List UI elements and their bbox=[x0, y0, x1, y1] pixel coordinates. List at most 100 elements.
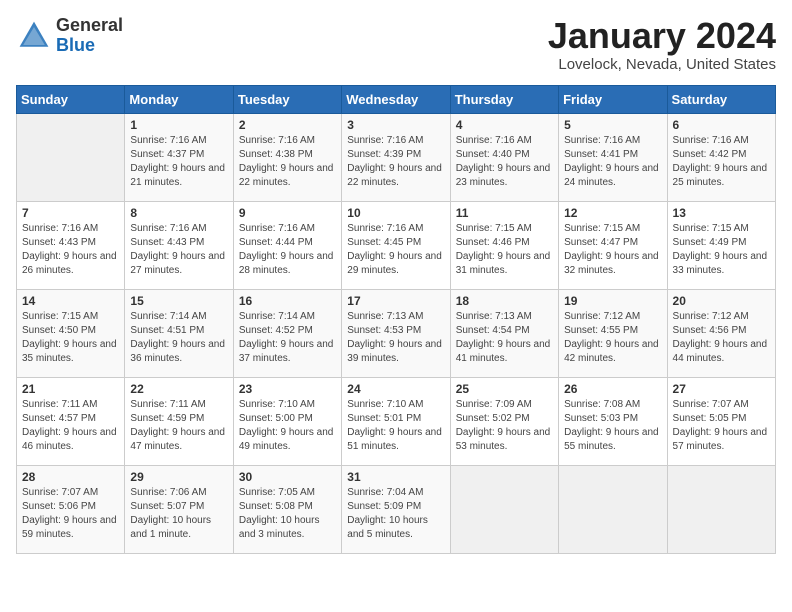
calendar-cell: 2 Sunrise: 7:16 AM Sunset: 4:38 PM Dayli… bbox=[233, 113, 341, 201]
sunset-text: Sunset: 4:54 PM bbox=[456, 324, 553, 338]
day-info: Sunrise: 7:16 AM Sunset: 4:44 PM Dayligh… bbox=[239, 222, 336, 278]
sunset-text: Sunset: 4:52 PM bbox=[239, 324, 336, 338]
calendar-cell: 23 Sunrise: 7:10 AM Sunset: 5:00 PM Dayl… bbox=[233, 377, 341, 465]
sunset-text: Sunset: 5:05 PM bbox=[673, 412, 770, 426]
day-number: 13 bbox=[673, 206, 770, 220]
day-number: 28 bbox=[22, 470, 119, 484]
daylight-text: Daylight: 9 hours and 24 minutes. bbox=[564, 162, 661, 190]
day-number: 27 bbox=[673, 382, 770, 396]
calendar-cell: 4 Sunrise: 7:16 AM Sunset: 4:40 PM Dayli… bbox=[450, 113, 558, 201]
sunset-text: Sunset: 4:50 PM bbox=[22, 324, 119, 338]
sunrise-text: Sunrise: 7:05 AM bbox=[239, 486, 336, 500]
sunset-text: Sunset: 5:09 PM bbox=[347, 500, 444, 514]
day-info: Sunrise: 7:12 AM Sunset: 4:56 PM Dayligh… bbox=[673, 310, 770, 366]
day-info: Sunrise: 7:16 AM Sunset: 4:40 PM Dayligh… bbox=[456, 134, 553, 190]
calendar-cell: 26 Sunrise: 7:08 AM Sunset: 5:03 PM Dayl… bbox=[559, 377, 667, 465]
day-info: Sunrise: 7:15 AM Sunset: 4:49 PM Dayligh… bbox=[673, 222, 770, 278]
daylight-text: Daylight: 10 hours and 1 minute. bbox=[130, 514, 227, 542]
calendar-week-row: 21 Sunrise: 7:11 AM Sunset: 4:57 PM Dayl… bbox=[17, 377, 776, 465]
sunset-text: Sunset: 4:57 PM bbox=[22, 412, 119, 426]
calendar-cell: 28 Sunrise: 7:07 AM Sunset: 5:06 PM Dayl… bbox=[17, 465, 125, 553]
sunrise-text: Sunrise: 7:16 AM bbox=[239, 222, 336, 236]
day-number: 12 bbox=[564, 206, 661, 220]
column-header-tuesday: Tuesday bbox=[233, 85, 341, 113]
sunrise-text: Sunrise: 7:15 AM bbox=[22, 310, 119, 324]
day-info: Sunrise: 7:10 AM Sunset: 5:01 PM Dayligh… bbox=[347, 398, 444, 454]
calendar-cell: 5 Sunrise: 7:16 AM Sunset: 4:41 PM Dayli… bbox=[559, 113, 667, 201]
sunrise-text: Sunrise: 7:10 AM bbox=[239, 398, 336, 412]
daylight-text: Daylight: 9 hours and 55 minutes. bbox=[564, 426, 661, 454]
daylight-text: Daylight: 9 hours and 57 minutes. bbox=[673, 426, 770, 454]
sunrise-text: Sunrise: 7:15 AM bbox=[673, 222, 770, 236]
daylight-text: Daylight: 10 hours and 3 minutes. bbox=[239, 514, 336, 542]
sunset-text: Sunset: 4:47 PM bbox=[564, 236, 661, 250]
daylight-text: Daylight: 9 hours and 59 minutes. bbox=[22, 514, 119, 542]
daylight-text: Daylight: 9 hours and 53 minutes. bbox=[456, 426, 553, 454]
day-number: 18 bbox=[456, 294, 553, 308]
sunrise-text: Sunrise: 7:04 AM bbox=[347, 486, 444, 500]
day-number: 8 bbox=[130, 206, 227, 220]
calendar-cell: 25 Sunrise: 7:09 AM Sunset: 5:02 PM Dayl… bbox=[450, 377, 558, 465]
day-number: 9 bbox=[239, 206, 336, 220]
day-number: 26 bbox=[564, 382, 661, 396]
header: General Blue January 2024 Lovelock, Neva… bbox=[16, 16, 776, 73]
sunrise-text: Sunrise: 7:16 AM bbox=[564, 134, 661, 148]
calendar-cell: 13 Sunrise: 7:15 AM Sunset: 4:49 PM Dayl… bbox=[667, 201, 775, 289]
sunrise-text: Sunrise: 7:13 AM bbox=[347, 310, 444, 324]
column-header-thursday: Thursday bbox=[450, 85, 558, 113]
logo-icon bbox=[16, 18, 52, 54]
sunrise-text: Sunrise: 7:13 AM bbox=[456, 310, 553, 324]
daylight-text: Daylight: 9 hours and 39 minutes. bbox=[347, 338, 444, 366]
column-header-friday: Friday bbox=[559, 85, 667, 113]
day-number: 20 bbox=[673, 294, 770, 308]
day-number: 25 bbox=[456, 382, 553, 396]
sunset-text: Sunset: 5:02 PM bbox=[456, 412, 553, 426]
daylight-text: Daylight: 9 hours and 26 minutes. bbox=[22, 250, 119, 278]
daylight-text: Daylight: 9 hours and 51 minutes. bbox=[347, 426, 444, 454]
day-number: 10 bbox=[347, 206, 444, 220]
day-info: Sunrise: 7:12 AM Sunset: 4:55 PM Dayligh… bbox=[564, 310, 661, 366]
daylight-text: Daylight: 9 hours and 21 minutes. bbox=[130, 162, 227, 190]
day-info: Sunrise: 7:14 AM Sunset: 4:51 PM Dayligh… bbox=[130, 310, 227, 366]
sunset-text: Sunset: 4:49 PM bbox=[673, 236, 770, 250]
calendar-cell: 7 Sunrise: 7:16 AM Sunset: 4:43 PM Dayli… bbox=[17, 201, 125, 289]
daylight-text: Daylight: 9 hours and 41 minutes. bbox=[456, 338, 553, 366]
sunset-text: Sunset: 5:00 PM bbox=[239, 412, 336, 426]
day-number: 4 bbox=[456, 118, 553, 132]
sunrise-text: Sunrise: 7:14 AM bbox=[130, 310, 227, 324]
day-number: 22 bbox=[130, 382, 227, 396]
sunset-text: Sunset: 4:39 PM bbox=[347, 148, 444, 162]
day-info: Sunrise: 7:15 AM Sunset: 4:50 PM Dayligh… bbox=[22, 310, 119, 366]
daylight-text: Daylight: 9 hours and 44 minutes. bbox=[673, 338, 770, 366]
day-number: 5 bbox=[564, 118, 661, 132]
calendar-cell: 3 Sunrise: 7:16 AM Sunset: 4:39 PM Dayli… bbox=[342, 113, 450, 201]
day-number: 21 bbox=[22, 382, 119, 396]
day-number: 6 bbox=[673, 118, 770, 132]
sunrise-text: Sunrise: 7:09 AM bbox=[456, 398, 553, 412]
sunset-text: Sunset: 4:38 PM bbox=[239, 148, 336, 162]
day-info: Sunrise: 7:09 AM Sunset: 5:02 PM Dayligh… bbox=[456, 398, 553, 454]
calendar-cell: 19 Sunrise: 7:12 AM Sunset: 4:55 PM Dayl… bbox=[559, 289, 667, 377]
column-header-wednesday: Wednesday bbox=[342, 85, 450, 113]
calendar-cell: 27 Sunrise: 7:07 AM Sunset: 5:05 PM Dayl… bbox=[667, 377, 775, 465]
day-info: Sunrise: 7:04 AM Sunset: 5:09 PM Dayligh… bbox=[347, 486, 444, 542]
column-header-monday: Monday bbox=[125, 85, 233, 113]
day-number: 16 bbox=[239, 294, 336, 308]
daylight-text: Daylight: 9 hours and 22 minutes. bbox=[239, 162, 336, 190]
day-info: Sunrise: 7:16 AM Sunset: 4:39 PM Dayligh… bbox=[347, 134, 444, 190]
daylight-text: Daylight: 9 hours and 22 minutes. bbox=[347, 162, 444, 190]
sunrise-text: Sunrise: 7:16 AM bbox=[239, 134, 336, 148]
sunrise-text: Sunrise: 7:11 AM bbox=[22, 398, 119, 412]
calendar-cell: 24 Sunrise: 7:10 AM Sunset: 5:01 PM Dayl… bbox=[342, 377, 450, 465]
daylight-text: Daylight: 9 hours and 36 minutes. bbox=[130, 338, 227, 366]
calendar-cell: 9 Sunrise: 7:16 AM Sunset: 4:44 PM Dayli… bbox=[233, 201, 341, 289]
sunrise-text: Sunrise: 7:16 AM bbox=[130, 134, 227, 148]
sunrise-text: Sunrise: 7:07 AM bbox=[22, 486, 119, 500]
sunset-text: Sunset: 4:51 PM bbox=[130, 324, 227, 338]
daylight-text: Daylight: 9 hours and 42 minutes. bbox=[564, 338, 661, 366]
sunset-text: Sunset: 4:42 PM bbox=[673, 148, 770, 162]
daylight-text: Daylight: 9 hours and 29 minutes. bbox=[347, 250, 444, 278]
day-info: Sunrise: 7:14 AM Sunset: 4:52 PM Dayligh… bbox=[239, 310, 336, 366]
column-header-sunday: Sunday bbox=[17, 85, 125, 113]
daylight-text: Daylight: 9 hours and 27 minutes. bbox=[130, 250, 227, 278]
